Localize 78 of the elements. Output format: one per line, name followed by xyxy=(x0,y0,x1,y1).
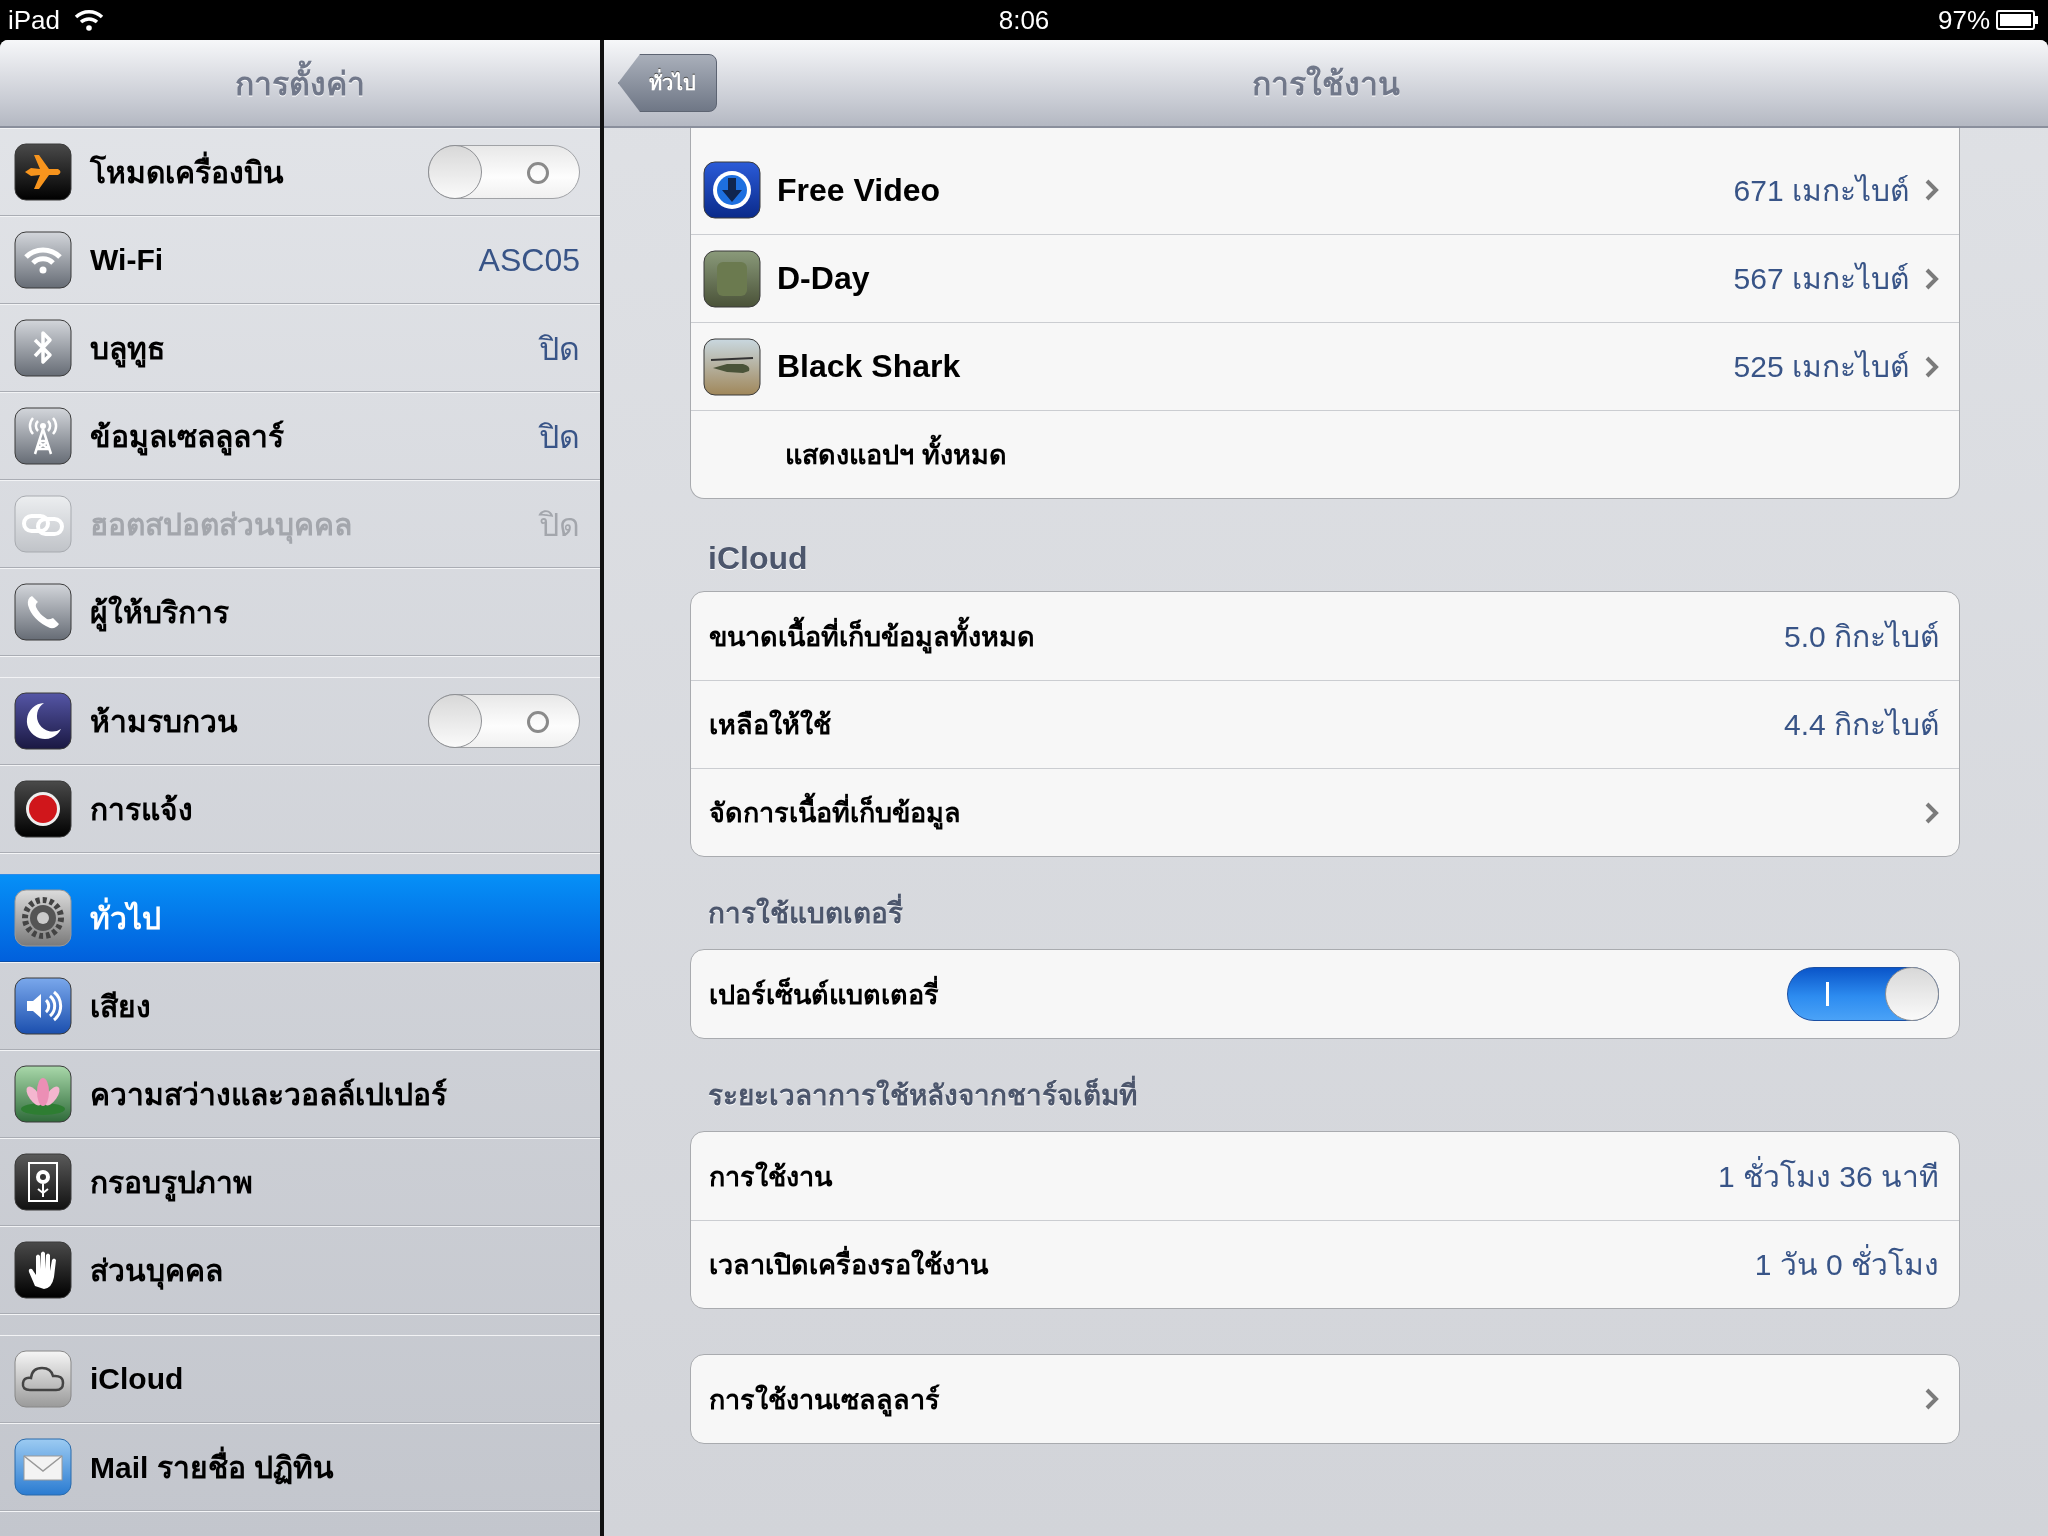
sidebar-item[interactable]: ทั่วไป xyxy=(0,874,600,962)
gear-icon xyxy=(14,889,72,947)
page-title: การใช้งาน xyxy=(1252,64,1400,104)
flower-icon xyxy=(14,1065,72,1123)
row-label: เปอร์เซ็นต์แบตเตอรี่ xyxy=(709,972,1771,1016)
hand-icon xyxy=(14,1241,72,1299)
row-value: 4.4 กิกะไบต์ xyxy=(1783,707,1939,743)
sidebar-title: การตั้งค่า xyxy=(235,57,365,109)
item-label: Wi-Fi xyxy=(90,243,165,277)
cloud-icon xyxy=(14,1350,72,1408)
row-value: 671 เมกะไบต์ xyxy=(1733,172,1909,209)
row-value: 567 เมกะไบต์ xyxy=(1733,261,1909,297)
row-value: 1 วัน 0 ชั่วโมง xyxy=(1754,1241,1939,1288)
airplane-icon xyxy=(14,143,72,201)
row-label: ขนาดเนื้อที่เก็บข้อมูลทั้งหมด xyxy=(709,614,1768,658)
sidebar-item[interactable]: บลูทูธ ปิด xyxy=(0,304,600,392)
battery-percent: 97% xyxy=(1937,4,1990,36)
wifi-signal-icon xyxy=(74,9,105,31)
picture-frame-icon xyxy=(14,1153,72,1211)
row-label: การใช้งาน xyxy=(709,1160,834,1194)
row-value: 5.0 กิกะไบต์ xyxy=(1783,618,1939,655)
battery-icon xyxy=(1996,9,2040,31)
item-label: การแจ้ง xyxy=(90,791,194,828)
row-label: Free Video xyxy=(777,171,942,209)
item-value: ASC05 xyxy=(478,241,580,279)
phone-icon xyxy=(14,583,72,641)
section-header: ระยะเวลาการใช้หลังจากชาร์จเต็มที่ xyxy=(708,1073,1137,1117)
item-label: ห้ามรบกวน xyxy=(90,703,239,740)
sidebar-item[interactable]: Wi-Fi ASC05 xyxy=(0,216,600,304)
item-label: ข้อมูลเซลลูลาร์ xyxy=(90,412,521,460)
item-label: กรอบรูปภาพ xyxy=(90,1158,580,1206)
item-label: ส่วนบุคคล xyxy=(90,1246,580,1294)
bluetooth-icon xyxy=(14,319,72,377)
item-label: บลูทูธ xyxy=(90,324,521,372)
wifi-icon xyxy=(14,231,72,289)
toggle-switch[interactable] xyxy=(428,694,580,748)
item-label: ความสว่างและวอลล์เปเปอร์ xyxy=(90,1076,448,1113)
row-value: 1 ชั่วโมง 36 นาที xyxy=(1717,1152,1939,1200)
sidebar-item[interactable]: ห้ามรบกวน xyxy=(0,677,600,765)
envelope-icon xyxy=(14,1438,72,1496)
app-picture-placeholder xyxy=(703,249,761,308)
item-label: ทั่วไป xyxy=(90,894,580,942)
section-header: การใช้แบตเตอรี่ xyxy=(708,891,903,935)
item-value: ปิด xyxy=(539,329,580,369)
toggle-switch[interactable] xyxy=(1787,967,1939,1021)
sidebar-item[interactable]: Mail รายชื่อ ปฏิทิน xyxy=(0,1423,600,1511)
row-label: D-Day xyxy=(777,260,871,297)
row-label: จัดการเนื้อที่เก็บข้อมูล xyxy=(709,791,1909,834)
cell-tower-icon xyxy=(14,407,72,465)
toggle-switch[interactable] xyxy=(428,145,580,199)
sidebar-item[interactable]: ผู้ให้บริการ xyxy=(0,568,600,656)
item-label: Mail รายชื่อ ปฏิทิน xyxy=(90,1443,580,1491)
speaker-icon xyxy=(14,977,72,1035)
sidebar-item[interactable]: กรอบรูปภาพ xyxy=(0,1138,600,1226)
item-label: โหมดเครื่องบิน xyxy=(90,148,410,196)
section-header: iCloud xyxy=(708,540,808,577)
chain-link-icon xyxy=(14,495,72,553)
moon-icon xyxy=(14,692,72,750)
item-label: iCloud xyxy=(90,1362,185,1396)
row-label: เหลือให้ใช้ xyxy=(709,708,832,742)
row-label: Black Shark xyxy=(777,348,962,385)
clock-time: 8:06 xyxy=(998,4,1050,36)
helicopter-icon xyxy=(703,337,761,396)
sidebar-item[interactable]: โหมดเครื่องบิน xyxy=(0,128,600,216)
sidebar-item[interactable]: การแจ้ง xyxy=(0,765,600,853)
sidebar-item[interactable]: ความสว่างและวอลล์เปเปอร์ xyxy=(0,1050,600,1138)
device-name: iPad xyxy=(8,4,61,36)
item-label: ผู้ให้บริการ xyxy=(90,588,580,636)
row-label: แสดงแอปฯ ทั้งหมด xyxy=(785,433,1939,476)
sidebar-item[interactable]: iCloud xyxy=(0,1335,600,1423)
item-label: เสียง xyxy=(90,988,152,1025)
row-value: 525 เมกะไบต์ xyxy=(1733,349,1909,385)
row-label: การใช้งานเซลลูลาร์ xyxy=(709,1383,941,1419)
sidebar-item[interactable]: เสียง xyxy=(0,962,600,1050)
sidebar-item[interactable]: ส่วนบุคคล xyxy=(0,1226,600,1314)
item-value: ปิด xyxy=(539,417,580,457)
sidebar-item[interactable]: ข้อมูลเซลลูลาร์ ปิด xyxy=(0,392,600,480)
row-label: เวลาเปิดเครื่องรอใช้งาน xyxy=(709,1243,1739,1286)
